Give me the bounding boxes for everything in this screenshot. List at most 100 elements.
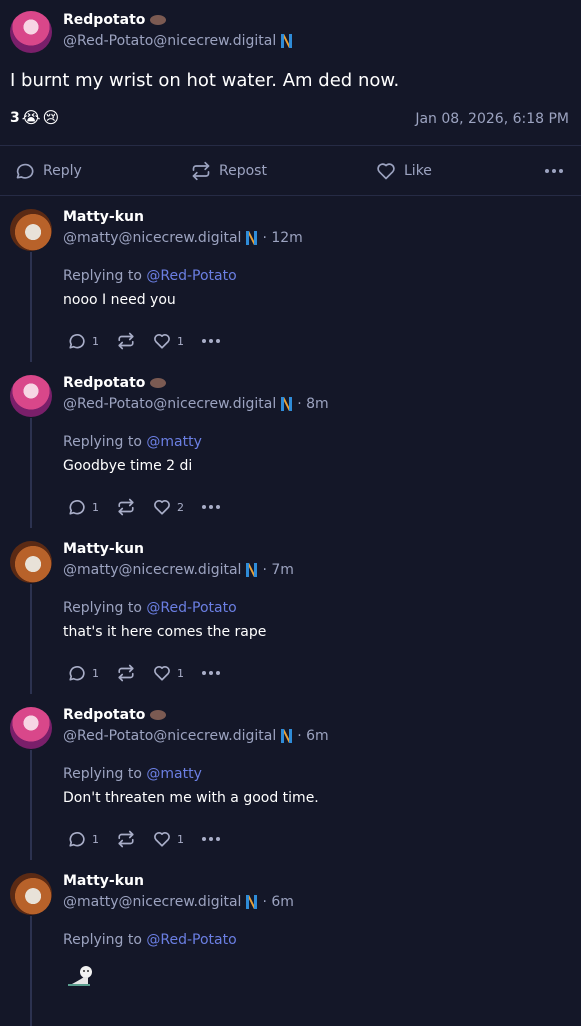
like-button[interactable]: Like [376, 161, 432, 181]
reply-button[interactable]: 1 [68, 664, 99, 682]
reply-post: Matty-kun @matty@nicecrew.digital · 12m … [0, 196, 581, 362]
author-handle-text: @Red-Potato@nicecrew.digital [63, 728, 277, 744]
mention-link[interactable]: @Red-Potato [146, 600, 236, 616]
author-name[interactable]: Matty-kun [63, 873, 144, 889]
relative-time[interactable]: · 6m [262, 894, 293, 910]
mention-link[interactable]: @Red-Potato [146, 268, 236, 284]
repost-button[interactable] [117, 664, 135, 682]
mention-link[interactable]: @Red-Potato [146, 932, 236, 948]
dot-icon [209, 505, 213, 509]
avatar[interactable] [10, 707, 52, 749]
reply-button[interactable]: 1 [68, 498, 99, 516]
more-options-button[interactable] [202, 671, 220, 675]
author-handle[interactable]: @Red-Potato@nicecrew.digital [63, 33, 293, 49]
thread-line [30, 916, 32, 1026]
repost-icon [192, 161, 210, 181]
author-name-text: Matty-kun [63, 541, 144, 557]
reaction-count: 3 [10, 110, 20, 126]
repost-button[interactable] [117, 332, 135, 350]
like-label: Like [404, 163, 432, 179]
author-name-text: Matty-kun [63, 209, 144, 225]
author-handle[interactable]: @matty@nicecrew.digital · 7m [63, 562, 294, 578]
dot-icon [209, 339, 213, 343]
mention-link[interactable]: @matty [146, 434, 201, 450]
more-options-button[interactable] [545, 169, 563, 173]
reply-button[interactable]: 1 [68, 830, 99, 848]
more-options-button[interactable] [202, 339, 220, 343]
reply-text: nooo I need you [63, 292, 176, 308]
reply-post: Redpotato @Red-Potato@nicecrew.digital ·… [0, 694, 581, 860]
author-handle-text: @matty@nicecrew.digital [63, 230, 242, 246]
repost-button[interactable] [117, 498, 135, 516]
like-count: 1 [177, 832, 184, 846]
like-button[interactable]: 1 [153, 332, 184, 350]
relative-time[interactable]: · 7m [262, 562, 293, 578]
dot-icon [545, 169, 549, 173]
reply-icon [69, 666, 85, 681]
post-timestamp[interactable]: Jan 08, 2026, 6:18 PM [415, 111, 569, 127]
avatar[interactable] [10, 11, 52, 53]
more-options-button[interactable] [202, 837, 220, 841]
like-button[interactable]: 1 [153, 664, 184, 682]
heart-icon [154, 334, 170, 349]
reply-post: Matty-kun @matty@nicecrew.digital · 6m R… [0, 860, 581, 1026]
action-bar: Reply Repost Like [0, 146, 581, 196]
dot-icon [216, 339, 220, 343]
author-handle[interactable]: @Red-Potato@nicecrew.digital · 6m [63, 728, 329, 744]
thread-line [30, 584, 32, 694]
author-name-text: Redpotato [63, 375, 146, 391]
heart-icon [154, 832, 170, 847]
relative-time[interactable]: · 8m [297, 396, 328, 412]
potato-emoji-icon [150, 710, 167, 720]
avatar[interactable] [10, 541, 52, 583]
avatar[interactable] [10, 873, 52, 915]
author-name[interactable]: Matty-kun [63, 541, 144, 557]
instance-logo-icon [281, 34, 293, 48]
dot-icon [552, 169, 556, 173]
reply-text: that's it here comes the rape [63, 624, 267, 640]
author-name-text: Redpotato [63, 707, 146, 723]
dot-icon [209, 837, 213, 841]
replying-to: Replying to @matty [63, 434, 202, 450]
reply-button[interactable]: Reply [15, 161, 82, 181]
thread-line [30, 252, 32, 362]
like-button[interactable]: 2 [153, 498, 184, 516]
thread-line [30, 750, 32, 860]
heart-icon [154, 666, 170, 681]
avatar[interactable] [10, 209, 52, 251]
reply-action-bar: 1 1 [68, 664, 220, 682]
author-name[interactable]: Matty-kun [63, 209, 144, 225]
author-handle[interactable]: @matty@nicecrew.digital · 12m [63, 230, 303, 246]
author-name[interactable]: Redpotato [63, 12, 167, 28]
sad-emoji-icon: 😢 [42, 108, 60, 127]
reply-post: Redpotato @Red-Potato@nicecrew.digital ·… [0, 362, 581, 528]
post-text: I burnt my wrist on hot water. Am ded no… [10, 70, 400, 91]
author-handle-text: @Red-Potato@nicecrew.digital [63, 33, 277, 49]
reply-icon [69, 832, 85, 847]
repost-button[interactable]: Repost [191, 161, 267, 181]
dot-icon [202, 505, 206, 509]
replying-prefix: Replying to [63, 766, 142, 782]
like-button[interactable]: 1 [153, 830, 184, 848]
avatar[interactable] [10, 375, 52, 417]
author-name[interactable]: Redpotato [63, 375, 167, 391]
author-handle[interactable]: @matty@nicecrew.digital · 6m [63, 894, 294, 910]
author-name[interactable]: Redpotato [63, 707, 167, 723]
relative-time[interactable]: · 6m [297, 728, 328, 744]
more-options-button[interactable] [202, 505, 220, 509]
author-handle[interactable]: @Red-Potato@nicecrew.digital · 8m [63, 396, 329, 412]
reply-icon [69, 334, 85, 349]
dot-icon [202, 837, 206, 841]
relative-time[interactable]: · 12m [262, 230, 302, 246]
repost-button[interactable] [117, 830, 135, 848]
repost-label: Repost [219, 163, 267, 179]
mention-link[interactable]: @matty [146, 766, 201, 782]
reply-button[interactable]: 1 [68, 332, 99, 350]
replying-prefix: Replying to [63, 600, 142, 616]
dot-icon [202, 671, 206, 675]
like-count: 1 [177, 334, 184, 348]
reactions-summary[interactable]: 3 😭 😢 [10, 108, 60, 127]
reply-icon [69, 500, 85, 515]
instance-logo-icon [281, 397, 293, 411]
reply-text: Goodbye time 2 di [63, 458, 193, 474]
